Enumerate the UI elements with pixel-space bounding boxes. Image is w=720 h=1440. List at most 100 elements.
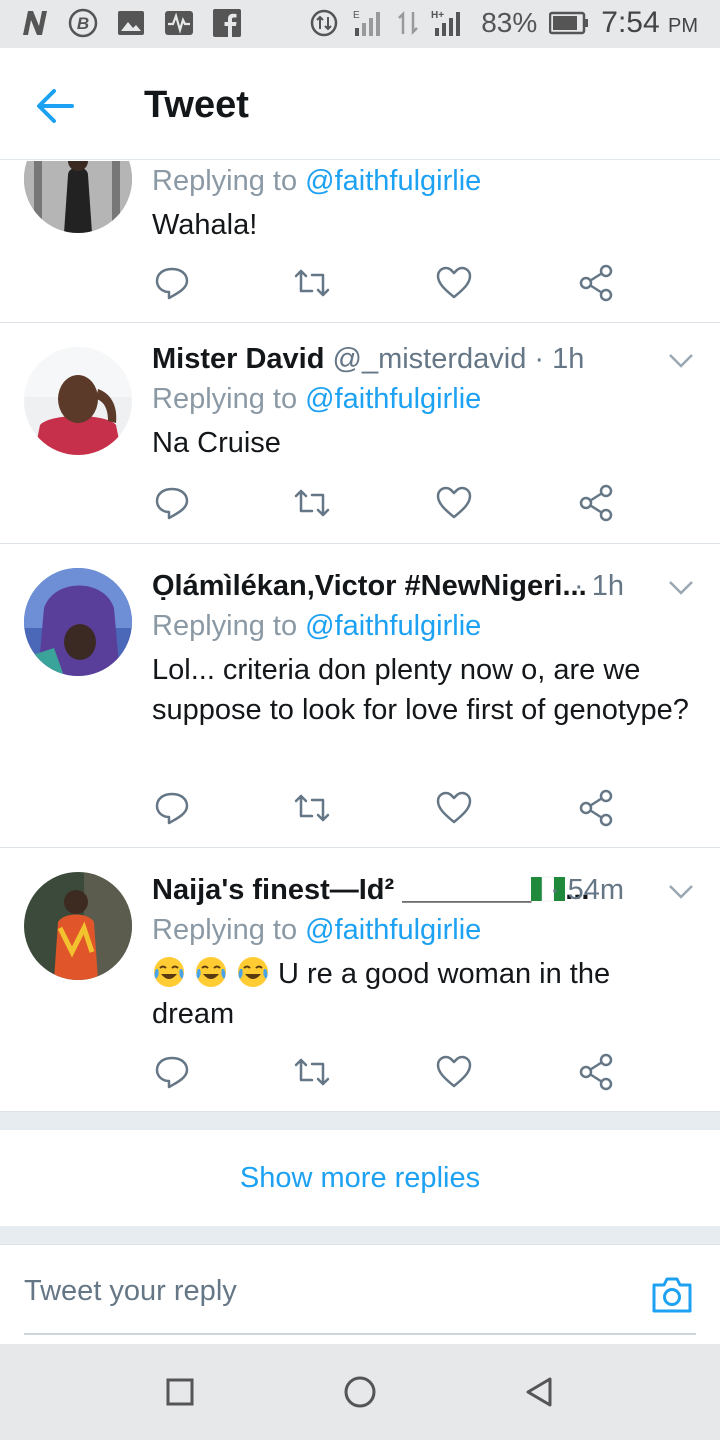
clock-ampm: PM (668, 15, 698, 37)
replying-to-line: Replying to @faithfulgirlie (152, 379, 696, 419)
chevron-down-icon[interactable] (666, 572, 696, 602)
tweet-text: Lol... criteria don plenty now o, are we… (152, 654, 689, 726)
triangle-back-icon (526, 1377, 552, 1407)
tweet-text: U re a good woman in the dream (152, 954, 696, 1034)
like-button[interactable] (434, 483, 474, 523)
heart-icon (436, 486, 472, 519)
reply-button[interactable] (152, 483, 192, 523)
notification-icons: B (20, 8, 242, 38)
replying-prefix: Replying to (152, 914, 298, 946)
page-title: Tweet (144, 84, 249, 126)
like-button[interactable] (434, 1052, 474, 1092)
n-app-icon (20, 8, 50, 38)
chevron-down-icon[interactable] (666, 876, 696, 906)
reply-button[interactable] (152, 1052, 192, 1092)
battery-percent: 83% (481, 7, 538, 38)
display-name[interactable]: Naija's finest—Id² ________ (152, 874, 531, 906)
svg-text:H+: H+ (431, 10, 444, 21)
system-nav-bar (0, 1344, 720, 1440)
camera-button[interactable] (650, 1275, 694, 1315)
home-button[interactable] (342, 1374, 378, 1410)
avatar[interactable] (24, 568, 132, 676)
reply-content: Ọlámìlékan,Victor #NewNigeri... · 1h Rep… (152, 566, 696, 730)
reply-composer: Tweet your reply (0, 1244, 720, 1344)
retweet-button[interactable] (292, 483, 332, 523)
tweet-time: · 54m (549, 874, 624, 906)
show-more-replies-button[interactable]: Show more replies (0, 1130, 720, 1226)
chevron-down-icon[interactable] (666, 345, 696, 375)
back-arrow-icon (37, 89, 74, 123)
reply-icon (155, 792, 189, 825)
author-line: Mister David @_misterdavid · 1h (152, 339, 696, 379)
heart-icon (436, 1055, 472, 1088)
activity-icon (164, 8, 194, 38)
reply-button[interactable] (152, 788, 192, 828)
reply-tweet[interactable]: Mister David @_misterdavid · 1h Replying… (0, 323, 720, 544)
retweet-icon (294, 1058, 330, 1086)
recents-button[interactable] (162, 1374, 198, 1410)
share-icon (579, 484, 613, 522)
reply-button[interactable] (152, 263, 192, 303)
like-button[interactable] (434, 788, 474, 828)
reply-icon (155, 487, 189, 520)
circle-icon (344, 1376, 376, 1408)
section-divider (0, 1226, 720, 1244)
input-underline (24, 1333, 696, 1335)
retweet-icon (294, 269, 330, 297)
share-button[interactable] (576, 263, 616, 303)
reply-icon (155, 1056, 189, 1089)
replying-to-line: Replying to @faithfulgirlie (152, 606, 696, 646)
battery-icon (549, 11, 589, 35)
replying-prefix: Replying to (152, 610, 298, 642)
svg-text:B: B (77, 14, 89, 33)
retweet-icon (294, 489, 330, 517)
avatar[interactable] (24, 872, 132, 980)
gallery-icon (116, 8, 146, 38)
clock: 7:54 PM (601, 6, 698, 40)
data-saver-icon (310, 9, 338, 37)
back-button[interactable] (28, 78, 84, 134)
retweet-button[interactable] (292, 1052, 332, 1092)
share-button[interactable] (576, 788, 616, 828)
share-button[interactable] (576, 483, 616, 523)
retweet-icon (294, 794, 330, 822)
data-transfer-icon (398, 10, 419, 36)
reply-tweet[interactable]: Naija's finest—Id² ________... · 54m Rep… (0, 848, 720, 1112)
reply-tweet[interactable]: Ọlámìlékan,Victor #NewNigeri... · 1h Rep… (0, 544, 720, 848)
author-line: Naija's finest—Id² ________... · 54m (152, 870, 696, 910)
tears-of-joy-emoji-icon (154, 957, 184, 987)
like-button[interactable] (434, 263, 474, 303)
mention-link[interactable]: @faithfulgirlie (305, 610, 481, 642)
retweet-button[interactable] (292, 263, 332, 303)
reply-content: Naija's finest—Id² ________... · 54m Rep… (152, 870, 696, 1034)
display-name[interactable]: Mister David (152, 343, 324, 375)
retweet-button[interactable] (292, 788, 332, 828)
replying-prefix: Replying to (152, 383, 298, 415)
mention-link[interactable]: @faithfulgirlie (305, 383, 481, 415)
mention-link[interactable]: @faithfulgirlie (305, 165, 481, 197)
tweet-text: Wahala! (152, 209, 258, 241)
reply-icon (155, 267, 189, 300)
reply-tweet[interactable]: Replying to @faithfulgirlie Wahala! (0, 161, 720, 323)
clock-time: 7:54 (601, 6, 660, 39)
app-header: Tweet (0, 48, 720, 160)
user-handle[interactable]: @_misterdavid (333, 343, 527, 375)
camera-icon (652, 1277, 692, 1313)
tears-of-joy-emoji-icon (196, 957, 226, 987)
back-nav-button[interactable] (522, 1374, 558, 1410)
signal-sim2-icon: H+ (431, 10, 461, 36)
replying-to-line: Replying to @faithfulgirlie (152, 161, 696, 201)
heart-icon (436, 266, 472, 299)
system-indicators: E H+ 83% 7:54 PM (309, 6, 698, 40)
reply-input[interactable]: Tweet your reply (24, 1275, 237, 1308)
facebook-icon (212, 8, 242, 38)
share-icon (579, 1053, 613, 1091)
display-name[interactable]: Ọlámìlékan,Victor #NewNigeri... (152, 570, 587, 602)
tweet-actions (152, 263, 622, 303)
signal-sim1-icon: E (353, 10, 381, 36)
share-button[interactable] (576, 1052, 616, 1092)
svg-text:E: E (353, 10, 360, 21)
mention-link[interactable]: @faithfulgirlie (305, 914, 481, 946)
avatar[interactable] (24, 161, 132, 233)
avatar[interactable] (24, 347, 132, 455)
